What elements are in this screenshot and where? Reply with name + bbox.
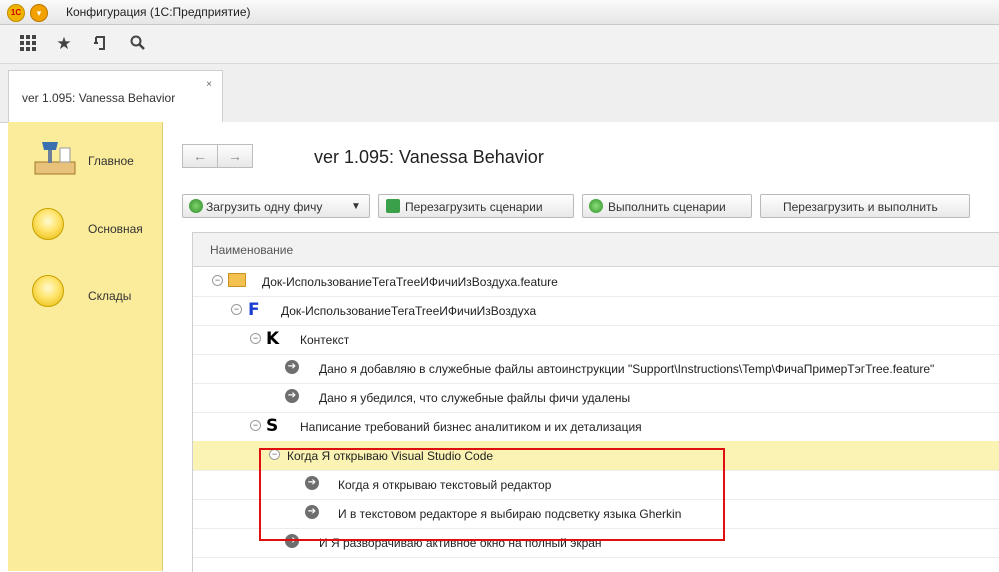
annotation-highlight	[259, 448, 725, 541]
yellow-ball-icon	[32, 275, 64, 307]
reload-icon	[386, 199, 400, 213]
row-text: Док-ИспользованиеТегаTreeИФичиИзВоздуха.…	[262, 275, 558, 289]
sidebar-item-label: Главное	[88, 154, 134, 168]
folder-icon	[228, 273, 246, 287]
row-text: Дано я добавляю в служебные файлы автоин…	[319, 362, 935, 376]
window-title: Конфигурация (1С:Предприятие)	[66, 5, 251, 19]
sections-panel: Главное Основная Склады	[8, 122, 163, 571]
reload-and-run-button[interactable]: Перезагрузить и выполнить	[760, 194, 970, 218]
collapse-icon[interactable]: −	[231, 304, 242, 315]
run-scenarios-button[interactable]: Выполнить сценарии	[582, 194, 752, 218]
tab-vanessa-behavior[interactable]: ver 1.095: Vanessa Behavior ×	[8, 70, 223, 123]
close-icon[interactable]: ×	[206, 79, 212, 90]
tree-row[interactable]: − Док-ИспользованиеТегаTreeИФичиИзВоздух…	[193, 267, 999, 297]
desk-lamp-icon	[32, 138, 76, 175]
step-arrow-icon: ➔	[285, 389, 299, 403]
form-area: ← → ver 1.095: Vanessa Behavior Загрузит…	[163, 122, 999, 572]
button-label: Загрузить одну фичу	[206, 200, 323, 214]
sidebar-item-main[interactable]: Главное	[8, 132, 162, 182]
page-title: ver 1.095: Vanessa Behavior	[314, 147, 544, 167]
button-label: Перезагрузить и выполнить	[783, 200, 938, 214]
row-text: Написание требований бизнес аналитиком и…	[300, 420, 642, 434]
sidebar-item-label: Склады	[88, 289, 132, 303]
tree-row[interactable]: − F Док-ИспользованиеТегаTreeИФичиИзВозд…	[193, 296, 999, 326]
button-label: Выполнить сценарии	[608, 200, 726, 214]
collapse-icon[interactable]: −	[250, 420, 261, 431]
row-text: Контекст	[300, 333, 350, 347]
chevron-down-icon[interactable]: ▼	[351, 195, 361, 219]
search-icon[interactable]	[128, 34, 148, 54]
load-one-feature-button[interactable]: Загрузить одну фичу ▼	[182, 194, 370, 218]
collapse-icon[interactable]: −	[212, 275, 223, 286]
step-arrow-icon: ➔	[285, 360, 299, 374]
app-logo-icon: 1С	[7, 4, 25, 22]
reload-scenarios-button[interactable]: Перезагрузить сценарии	[378, 194, 574, 218]
button-label: Перезагрузить сценарии	[405, 200, 543, 214]
tree-row[interactable]: − S Написание требований бизнес аналитик…	[193, 412, 999, 442]
sidebar-item-warehouses[interactable]: Склады	[8, 267, 162, 317]
feature-load-icon	[189, 199, 203, 213]
forward-button[interactable]: →	[217, 144, 253, 168]
column-header-label: Наименование	[210, 243, 294, 257]
tree-row[interactable]: ➔ Дано я добавляю в служебные файлы авто…	[193, 354, 999, 384]
apps-grid-icon[interactable]	[18, 34, 38, 54]
tree-row[interactable]: − K Контекст	[193, 325, 999, 355]
tree-row[interactable]: ➔ Дано я убедился, что служебные файлы ф…	[193, 383, 999, 413]
row-text: Док-ИспользованиеТегаTreeИФичиИзВоздуха	[281, 304, 537, 318]
scenario-icon: S	[266, 416, 279, 436]
collapse-icon[interactable]: −	[250, 333, 261, 344]
context-icon: K	[266, 329, 280, 349]
history-icon[interactable]	[91, 34, 111, 54]
main-menu-button[interactable]: ▾	[30, 4, 48, 22]
run-icon	[589, 199, 603, 213]
star-icon[interactable]: ★	[54, 34, 74, 54]
tab-label: ver 1.095: Vanessa Behavior	[22, 91, 176, 105]
back-button[interactable]: ←	[182, 144, 218, 168]
sidebar-item-label: Основная	[88, 222, 143, 236]
title-bar: 1С ▾ Конфигурация (1С:Предприятие)	[0, 0, 999, 25]
yellow-ball-icon	[32, 208, 64, 240]
column-header-name[interactable]: Наименование	[193, 233, 999, 267]
top-toolbar: ★	[0, 25, 999, 64]
feature-icon: F	[248, 300, 260, 320]
sidebar-item-main-section[interactable]: Основная	[8, 200, 162, 250]
row-text: Дано я убедился, что служебные файлы фич…	[319, 391, 631, 405]
tab-bar: ver 1.095: Vanessa Behavior ×	[0, 64, 999, 123]
